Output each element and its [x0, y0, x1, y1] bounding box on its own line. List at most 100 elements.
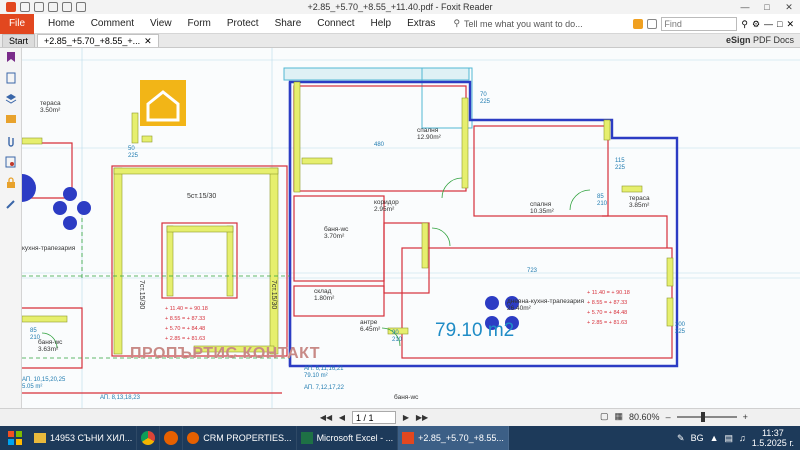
security-lock-icon[interactable] — [5, 176, 17, 190]
room-area-terasa-l: 3.50m² — [40, 107, 61, 114]
taskbar-firefox[interactable] — [160, 426, 184, 450]
dim-225: 225 — [480, 99, 491, 105]
language-indicator[interactable]: BG — [691, 433, 704, 443]
ribbon-right-tools: Find ⚲ ⚙ — □ ✕ — [633, 14, 800, 34]
ap-label-b: АП. 7,12,17,22 — [304, 385, 345, 391]
room-area-banya-l: 3.63m² — [38, 346, 59, 353]
room-label-kuhnya-l: кухня-трапезария — [22, 245, 76, 252]
restore-icon[interactable]: □ — [777, 19, 782, 29]
firefox-icon — [164, 431, 179, 445]
comments-icon[interactable] — [5, 113, 17, 127]
esign-promo[interactable]: eSign PDF Docs — [726, 35, 794, 45]
clock-date: 1.5.2025 г. — [751, 438, 794, 448]
taskbar-folder-label: 14953 СЪНИ ХИЛ... — [50, 433, 133, 443]
taskbar-folder[interactable]: 14953 СЪНИ ХИЛ... — [30, 426, 138, 450]
level-a-3: + 2.85 = + 81.63 — [165, 336, 205, 342]
document-viewport[interactable]: спалня 12.90m² спалня 10.35m² коридор 2.… — [22, 48, 800, 408]
room-area-koridor: 2.95m² — [374, 206, 395, 213]
dim-85b: 85 — [30, 328, 37, 334]
room-area-banya: 3.70m² — [324, 233, 345, 240]
dim-115: 115 — [615, 158, 625, 164]
menu-form[interactable]: Form — [180, 18, 219, 29]
ribbon-menu: File Home Comment View Form Protect Shar… — [0, 13, 800, 34]
clock[interactable]: 11:37 1.5.2025 г. — [752, 428, 794, 448]
minimize-icon[interactable]: — — [734, 0, 756, 14]
ap-label-c: АП. 8,13,18,23 — [100, 395, 141, 401]
prev-page-icon[interactable]: ◀ — [336, 412, 348, 424]
menu-home[interactable]: Home — [40, 18, 83, 29]
menu-help[interactable]: Help — [363, 18, 400, 29]
dim-210: 210 — [597, 201, 608, 207]
notification-icon[interactable] — [633, 19, 644, 29]
close-doc-icon[interactable]: ✕ — [786, 19, 794, 30]
start-button[interactable] — [0, 426, 30, 450]
left-navigation-panel — [0, 48, 22, 408]
network-icon[interactable]: ▤ — [725, 433, 734, 444]
taskbar-excel[interactable]: Microsoft Excel - ... — [297, 426, 399, 450]
tab-start[interactable]: Start — [2, 34, 36, 47]
zoom-slider[interactable] — [676, 411, 737, 422]
single-page-view-icon[interactable]: ▢ — [600, 411, 609, 422]
tab-start-label: Start — [9, 36, 29, 46]
taskbar-crm-label: CRM PROPERTIES... — [203, 433, 292, 443]
settings-icon[interactable]: ⚙ — [752, 19, 760, 30]
user-icon[interactable] — [647, 19, 658, 29]
tab-close-icon[interactable]: ✕ — [144, 36, 152, 47]
ap-area-a: 79.10 m² — [304, 373, 328, 379]
pages-icon[interactable] — [5, 71, 17, 85]
menu-extras[interactable]: Extras — [399, 18, 443, 29]
tab-document-label: +2.85_+5.70_+8.55_+... — [44, 36, 141, 46]
volume-icon[interactable]: ♫ — [739, 433, 746, 443]
window-title: +2.85_+5.70_+8.55_+11.40.pdf - Foxit Rea… — [307, 2, 493, 12]
page-navigation: ◀◀ ◀ 1 / 1 ▶ ▶▶ — [320, 411, 428, 424]
continuous-view-icon[interactable]: ▦ — [615, 411, 624, 422]
dim-200: 200 — [675, 322, 686, 328]
layers-icon[interactable] — [5, 92, 17, 106]
taskbar-chrome[interactable] — [137, 426, 161, 450]
find-input[interactable]: Find — [661, 17, 738, 31]
file-menu-button[interactable]: File — [0, 13, 34, 34]
taskbar-foxit[interactable]: +2.85_+5.70_+8.55... — [398, 426, 509, 450]
dim-210c: 210 — [30, 335, 41, 341]
tell-me-box[interactable]: ⚲ Tell me what you want to do... — [453, 18, 582, 29]
tray-expand-icon[interactable]: ▲ — [710, 433, 719, 443]
floor-plan: спалня 12.90m² спалня 10.35m² коридор 2.… — [22, 48, 800, 408]
zoom-slider-thumb[interactable] — [700, 411, 705, 422]
taskbar-foxit-label: +2.85_+5.70_+8.55... — [418, 433, 504, 443]
menu-comment[interactable]: Comment — [83, 18, 142, 29]
first-page-icon[interactable]: ◀◀ — [320, 412, 332, 424]
level-b-3: + 2.85 = + 81.63 — [587, 320, 627, 326]
title-bar: +2.85_+5.70_+8.55_+11.40.pdf - Foxit Rea… — [0, 0, 800, 14]
next-page-icon[interactable]: ▶ — [400, 412, 412, 424]
minimize-ribbon-icon[interactable]: — — [764, 19, 773, 29]
search-icon[interactable]: ⚲ — [741, 19, 748, 30]
menu-connect[interactable]: Connect — [309, 18, 362, 29]
menu-protect[interactable]: Protect — [219, 18, 267, 29]
foxit-icon — [402, 432, 415, 444]
pen-icon[interactable]: ✎ — [677, 433, 685, 444]
system-tray: ✎ BG ▲ ▤ ♫ 11:37 1.5.2025 г. — [677, 426, 800, 450]
dim-225c: 225 — [128, 153, 139, 159]
tab-document[interactable]: +2.85_+5.70_+8.55_+... ✕ — [37, 34, 159, 47]
tools-icon[interactable] — [5, 197, 17, 211]
windows-taskbar: 14953 СЪНИ ХИЛ... CRM PROPERTIES... Micr… — [0, 426, 800, 450]
close-icon[interactable]: ✕ — [778, 0, 800, 14]
chrome-icon — [141, 431, 156, 445]
room-label-banya-l: баня-wc — [38, 338, 63, 346]
stair-label-3: 7ст.15/30 — [270, 280, 277, 309]
folder-icon — [34, 433, 46, 443]
menu-view[interactable]: View — [142, 18, 180, 29]
esign-bold: eSign — [725, 35, 751, 45]
last-page-icon[interactable]: ▶▶ — [416, 412, 428, 424]
signature-icon[interactable] — [5, 155, 17, 169]
page-number-input[interactable]: 1 / 1 — [352, 411, 396, 424]
zoom-out-icon[interactable]: – — [666, 412, 671, 422]
menu-share[interactable]: Share — [267, 18, 310, 29]
zoom-in-icon[interactable]: + — [743, 412, 748, 422]
bookmark-icon[interactable] — [5, 50, 17, 64]
attachments-icon[interactable] — [5, 134, 17, 148]
windows-logo-icon — [8, 431, 22, 445]
taskbar-crm[interactable]: CRM PROPERTIES... — [183, 426, 297, 450]
maximize-icon[interactable]: □ — [756, 0, 778, 14]
zoom-level[interactable]: 80.60% — [629, 412, 660, 422]
